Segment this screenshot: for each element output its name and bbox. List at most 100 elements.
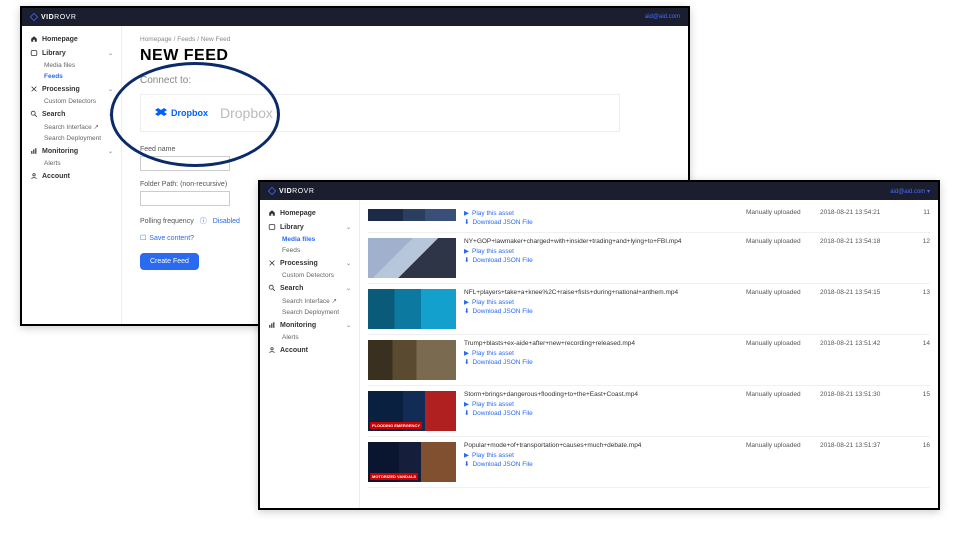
brand[interactable]: VIDROVR bbox=[268, 187, 314, 195]
folder-path-input[interactable] bbox=[140, 191, 230, 206]
brand[interactable]: VIDROVR bbox=[30, 13, 76, 21]
sidebar-sub-feeds[interactable]: Feeds bbox=[26, 71, 117, 82]
sidebar-item-monitoring[interactable]: Monitoring⌄ bbox=[26, 144, 117, 158]
download-icon: ⬇ bbox=[464, 409, 469, 417]
play-asset-link[interactable]: ▶Play this asset bbox=[464, 209, 738, 217]
media-info: Storm+brings+dangerous+flooding+to+the+E… bbox=[464, 391, 738, 418]
media-meta: Manually uploaded2018-08-21 13:51:4214 bbox=[746, 340, 930, 347]
sidebar-item-homepage[interactable]: Homepage bbox=[26, 32, 117, 46]
user-menu[interactable]: aid@aid.com ▾ bbox=[890, 188, 930, 195]
download-json-link[interactable]: ⬇Download JSON File bbox=[464, 358, 738, 366]
download-json-link[interactable]: ⬇Download JSON File bbox=[464, 256, 738, 264]
brand-vid: VID bbox=[41, 14, 54, 21]
sidebar-item-search[interactable]: Search⌄ bbox=[26, 107, 117, 121]
processing-icon bbox=[30, 85, 38, 93]
video-thumbnail[interactable]: FLOODING EMERGENCY bbox=[368, 391, 456, 431]
sidebar-item-processing[interactable]: Processing⌄ bbox=[264, 256, 355, 270]
download-json-link[interactable]: ⬇Download JSON File bbox=[464, 307, 738, 315]
media-title: Popular+mode+of+transportation+causes+mu… bbox=[464, 442, 738, 449]
media-info: Popular+mode+of+transportation+causes+mu… bbox=[464, 442, 738, 469]
media-row: NFL+players+take+a+knee%2C+raise+fists+d… bbox=[368, 284, 930, 335]
brand-rovr: ROVR bbox=[292, 188, 314, 195]
user-menu[interactable]: aid@aid.com bbox=[645, 14, 680, 20]
play-icon: ▶ bbox=[464, 247, 469, 255]
play-icon: ▶ bbox=[464, 209, 469, 217]
upload-type: Manually uploaded bbox=[746, 391, 806, 398]
play-asset-link[interactable]: ▶Play this asset bbox=[464, 298, 738, 306]
media-row: FLOODING EMERGENCY Storm+brings+dangerous… bbox=[368, 386, 930, 437]
polling-value[interactable]: Disabled bbox=[213, 218, 240, 225]
sidebar-sub-search-interface[interactable]: Search Interface ↗ bbox=[264, 295, 355, 307]
video-thumbnail[interactable] bbox=[368, 209, 456, 221]
video-thumbnail[interactable] bbox=[368, 289, 456, 329]
dropbox-logo: Dropbox bbox=[155, 108, 208, 118]
sidebar: Homepage Library⌄ Media files Feeds Proc… bbox=[22, 26, 122, 324]
media-meta: Manually uploaded2018-08-21 13:51:3716 bbox=[746, 442, 930, 449]
sidebar-sub-alerts[interactable]: Alerts bbox=[26, 158, 117, 169]
chevron-down-icon: ⌄ bbox=[346, 224, 351, 231]
create-feed-button[interactable]: Create Feed bbox=[140, 253, 199, 270]
play-icon: ▶ bbox=[464, 400, 469, 408]
dropbox-placeholder: Dropbox bbox=[220, 105, 273, 121]
media-info: Trump+blasts+ex-aide+after+new+recording… bbox=[464, 340, 738, 367]
monitoring-icon bbox=[268, 321, 276, 329]
upload-type: Manually uploaded bbox=[746, 289, 806, 296]
window-media-files: VIDROVR aid@aid.com ▾ Homepage Library⌄ … bbox=[258, 180, 940, 510]
upload-date: 2018-08-21 13:51:30 bbox=[820, 391, 900, 398]
video-thumbnail[interactable]: MOTORIZED VANDALS bbox=[368, 442, 456, 482]
play-asset-link[interactable]: ▶Play this asset bbox=[464, 451, 738, 459]
play-asset-link[interactable]: ▶Play this asset bbox=[464, 349, 738, 357]
media-info: NY+GOP+lawmaker+charged+with+insider+tra… bbox=[464, 238, 738, 265]
search-icon bbox=[268, 284, 276, 292]
media-meta: Manually uploaded2018-08-21 13:54:2111 bbox=[746, 209, 930, 216]
home-icon bbox=[30, 35, 38, 43]
download-icon: ⬇ bbox=[464, 460, 469, 468]
feed-name-input[interactable] bbox=[140, 156, 230, 171]
sidebar-sub-media-files[interactable]: Media files bbox=[264, 234, 355, 245]
play-asset-link[interactable]: ▶Play this asset bbox=[464, 400, 738, 408]
sidebar-item-processing[interactable]: Processing⌄ bbox=[26, 82, 117, 96]
info-icon[interactable]: ⓘ bbox=[200, 216, 207, 226]
thumbnail-banner: MOTORIZED VANDALS bbox=[370, 473, 418, 480]
sidebar-item-account[interactable]: Account bbox=[264, 343, 355, 357]
chevron-down-icon: ⌄ bbox=[108, 111, 113, 118]
sidebar-item-account[interactable]: Account bbox=[26, 169, 117, 183]
sidebar-sub-alerts[interactable]: Alerts bbox=[264, 332, 355, 343]
chevron-down-icon: ⌄ bbox=[108, 86, 113, 93]
checkbox-icon: ☐ bbox=[140, 234, 146, 242]
sidebar-item-search[interactable]: Search⌄ bbox=[264, 281, 355, 295]
download-json-link[interactable]: ⬇Download JSON File bbox=[464, 218, 738, 226]
sidebar-item-library[interactable]: Library⌄ bbox=[264, 220, 355, 234]
sidebar-sub-search-deployment[interactable]: Search Deployment bbox=[264, 307, 355, 318]
connect-dropbox-card[interactable]: Dropbox Dropbox bbox=[140, 94, 620, 132]
sidebar-sub-search-deployment[interactable]: Search Deployment bbox=[26, 133, 117, 144]
sidebar-item-monitoring[interactable]: Monitoring⌄ bbox=[264, 318, 355, 332]
external-link-icon: ↗ bbox=[94, 124, 99, 131]
brand-logo-icon bbox=[30, 13, 38, 21]
brand-vid: VID bbox=[279, 188, 292, 195]
thumbnail-banner: FLOODING EMERGENCY bbox=[370, 422, 422, 429]
row-index: 14 bbox=[914, 340, 930, 347]
video-thumbnail[interactable] bbox=[368, 340, 456, 380]
sidebar-sub-search-interface[interactable]: Search Interface ↗ bbox=[26, 121, 117, 133]
download-json-link[interactable]: ⬇Download JSON File bbox=[464, 409, 738, 417]
sidebar-sub-feeds[interactable]: Feeds bbox=[264, 245, 355, 256]
download-json-link[interactable]: ⬇Download JSON File bbox=[464, 460, 738, 468]
sidebar-sub-media-files[interactable]: Media files bbox=[26, 60, 117, 71]
processing-icon bbox=[268, 259, 276, 267]
sidebar: Homepage Library⌄ Media files Feeds Proc… bbox=[260, 200, 360, 508]
chevron-down-icon: ⌄ bbox=[346, 322, 351, 329]
chevron-down-icon: ⌄ bbox=[108, 148, 113, 155]
download-icon: ⬇ bbox=[464, 358, 469, 366]
sidebar-item-homepage[interactable]: Homepage bbox=[264, 206, 355, 220]
sidebar-item-library[interactable]: Library⌄ bbox=[26, 46, 117, 60]
media-row: Trump+blasts+ex-aide+after+new+recording… bbox=[368, 335, 930, 386]
sidebar-sub-custom-detectors[interactable]: Custom Detectors bbox=[26, 96, 117, 107]
play-asset-link[interactable]: ▶Play this asset bbox=[464, 247, 738, 255]
topbar: VIDROVR aid@aid.com ▾ bbox=[260, 182, 938, 200]
media-title: NY+GOP+lawmaker+charged+with+insider+tra… bbox=[464, 238, 738, 245]
video-thumbnail[interactable] bbox=[368, 238, 456, 278]
download-icon: ⬇ bbox=[464, 218, 469, 226]
upload-type: Manually uploaded bbox=[746, 238, 806, 245]
sidebar-sub-custom-detectors[interactable]: Custom Detectors bbox=[264, 270, 355, 281]
